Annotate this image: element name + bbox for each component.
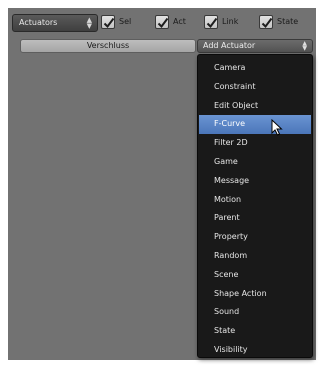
menu-item-random[interactable]: Random	[198, 247, 312, 266]
menu-item-f-curve[interactable]: F-Curve	[199, 115, 311, 135]
menu-item-sound[interactable]: Sound	[198, 303, 312, 322]
checkmark-icon	[103, 17, 115, 29]
checkmark-icon	[157, 17, 169, 29]
menu-item-camera[interactable]: Camera	[198, 59, 312, 78]
menu-item-property[interactable]: Property	[198, 228, 312, 247]
sel-label: Sel	[119, 17, 132, 26]
menu-item-game[interactable]: Game	[198, 153, 312, 172]
menu-item-message[interactable]: Message	[198, 172, 312, 191]
add-actuator-label: Add Actuator	[203, 41, 256, 50]
menu-item-parent[interactable]: Parent	[198, 209, 312, 228]
menu-item-motion[interactable]: Motion	[198, 191, 312, 210]
state-label: State	[277, 17, 299, 26]
up-down-arrows-icon: ▲ ▼	[302, 40, 307, 52]
object-name-field[interactable]: Verschluss	[20, 39, 196, 53]
menu-item-constraint[interactable]: Constraint	[198, 78, 312, 97]
add-actuator-dropdown[interactable]: Add Actuator ▲ ▼	[197, 39, 313, 53]
menu-item-state[interactable]: State	[198, 322, 312, 341]
menu-item-shape-action[interactable]: Shape Action	[198, 285, 312, 304]
state-checkbox[interactable]	[259, 15, 273, 29]
add-actuator-menu: Camera Constraint Edit Object F-Curve Fi…	[197, 54, 313, 358]
menu-item-scene[interactable]: Scene	[198, 266, 312, 285]
menu-item-filter-2d[interactable]: Filter 2D	[198, 134, 312, 153]
checkmark-icon	[261, 17, 273, 29]
sel-checkbox[interactable]	[101, 15, 115, 29]
logic-type-label: Actuators	[19, 18, 58, 27]
link-label: Link	[222, 17, 239, 26]
mouse-cursor-icon	[271, 119, 283, 136]
act-checkbox[interactable]	[155, 15, 169, 29]
logic-type-dropdown[interactable]: Actuators ▲ ▼	[12, 14, 98, 32]
checkmark-icon	[206, 17, 218, 29]
menu-item-edit-object[interactable]: Edit Object	[198, 97, 312, 116]
menu-item-visibility[interactable]: Visibility	[198, 341, 312, 360]
up-down-arrows-icon: ▲ ▼	[86, 16, 92, 30]
act-label: Act	[173, 17, 186, 26]
link-checkbox[interactable]	[204, 15, 218, 29]
